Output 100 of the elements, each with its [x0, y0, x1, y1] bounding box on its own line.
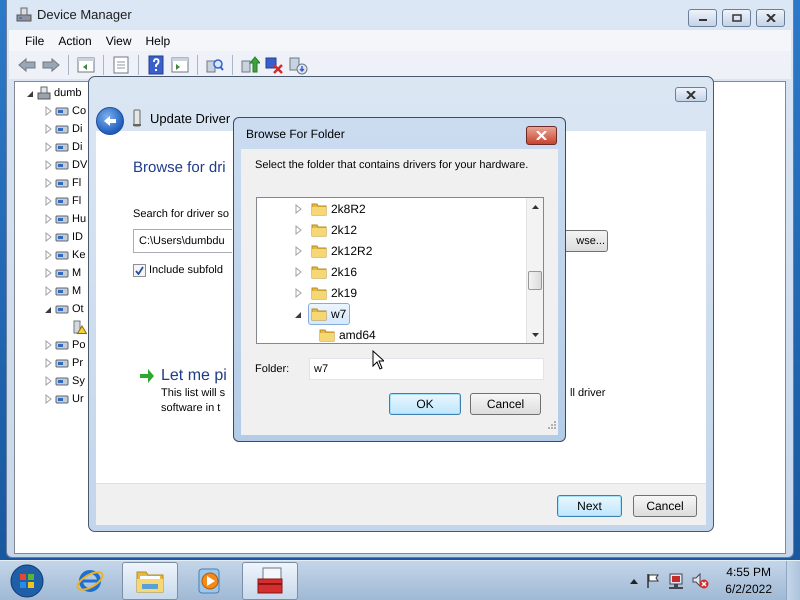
action-pane-icon[interactable]	[170, 55, 190, 75]
close-icon[interactable]	[686, 90, 696, 98]
tree-item-label[interactable]: Ke	[72, 246, 86, 264]
update-driver-icon[interactable]	[240, 55, 260, 75]
disable-device-icon[interactable]	[288, 55, 308, 75]
include-subfolders-checkbox[interactable]	[133, 264, 146, 276]
scrollbar[interactable]	[526, 198, 543, 343]
collapsed-arrow-icon[interactable]	[44, 124, 52, 134]
menu-item[interactable]: Action	[51, 32, 99, 50]
properties-icon[interactable]	[111, 55, 131, 75]
tree-item-label[interactable]: Di	[72, 138, 82, 156]
folder-label: 2k19	[331, 284, 358, 302]
maximize-icon[interactable]	[732, 14, 742, 22]
collapsed-arrow-icon[interactable]	[44, 106, 52, 116]
collapsed-arrow-icon[interactable]	[44, 358, 52, 368]
folder-item[interactable]: w7	[308, 302, 350, 324]
folder-item[interactable]: 2k16	[308, 260, 362, 282]
menu-item[interactable]: Help	[138, 32, 178, 50]
folder-item[interactable]: 2k8R2	[308, 198, 370, 220]
collapsed-arrow-icon[interactable]	[44, 142, 52, 152]
folder-item[interactable]: 2k12	[308, 218, 362, 240]
menu-item[interactable]: File	[18, 32, 52, 50]
close-icon[interactable]	[766, 14, 776, 22]
tree-item-label[interactable]: Co	[72, 102, 86, 120]
tree-item-label[interactable]: Ot	[72, 300, 84, 318]
option-description: ll driver	[570, 386, 606, 401]
console-tree-icon[interactable]	[76, 55, 96, 75]
tree-item-label[interactable]: Sy	[72, 372, 85, 390]
collapsed-arrow-icon[interactable]	[44, 196, 52, 206]
folder-item[interactable]: amd64	[316, 324, 380, 346]
clock-date[interactable]: 6/2/2022	[725, 580, 772, 598]
help-icon[interactable]	[146, 55, 166, 75]
collapsed-arrow-icon[interactable]	[294, 224, 304, 234]
show-hidden-icons-icon[interactable]	[629, 576, 640, 584]
collapsed-arrow-icon[interactable]	[44, 268, 52, 278]
toolbox-icon[interactable]	[255, 566, 285, 596]
tree-item-label[interactable]: Po	[72, 336, 86, 354]
field-label: Folder:	[255, 362, 290, 377]
collapsed-arrow-icon[interactable]	[44, 376, 52, 386]
menu-item[interactable]: View	[98, 32, 138, 50]
clock-time[interactable]: 4:55 PM	[725, 564, 772, 580]
cancel-button[interactable]: Cancel	[633, 495, 697, 517]
next-button[interactable]: Next	[557, 495, 622, 517]
tree-item-label[interactable]: Fl	[72, 192, 82, 210]
tree-item-label[interactable]: Ur	[72, 390, 84, 408]
resize-grip-icon	[548, 420, 556, 429]
minimize-button[interactable]	[688, 9, 717, 27]
folder-label: 2k12	[331, 222, 358, 238]
path-field[interactable]: C:\Users\dumbdu	[133, 229, 232, 253]
tree-item-label[interactable]: dumb	[54, 84, 82, 102]
folder-item[interactable]: 2k12R2	[308, 240, 376, 262]
folder-field[interactable]: w7	[309, 358, 544, 380]
collapsed-arrow-icon[interactable]	[294, 204, 304, 214]
folder-item[interactable]: 2k19	[308, 282, 362, 304]
browse-button[interactable]: wse...	[565, 230, 608, 252]
back-arrow-icon[interactable]	[103, 115, 117, 127]
collapsed-arrow-icon[interactable]	[44, 232, 52, 242]
cancel-button[interactable]: Cancel	[470, 393, 541, 415]
ok-button[interactable]: OK	[389, 393, 461, 415]
tree-item-label[interactable]: Pr	[72, 354, 83, 372]
collapsed-arrow-icon[interactable]	[44, 340, 52, 350]
flag-icon[interactable]	[645, 572, 662, 588]
scrollbar-thumb[interactable]	[528, 271, 542, 290]
close-button[interactable]	[675, 87, 707, 102]
tree-item-label[interactable]: Hu	[72, 210, 86, 228]
folder-icon	[311, 222, 327, 238]
collapsed-arrow-icon[interactable]	[294, 288, 304, 298]
maximize-button[interactable]	[722, 9, 751, 27]
network-icon[interactable]	[667, 572, 686, 590]
tree-item-label[interactable]: M	[72, 282, 82, 300]
back-button[interactable]	[96, 107, 124, 135]
tree-item-label[interactable]: ID	[72, 228, 83, 246]
collapsed-arrow-icon[interactable]	[294, 266, 304, 276]
forward-icon[interactable]	[41, 55, 61, 75]
uninstall-icon[interactable]	[264, 55, 284, 75]
tree-item-label[interactable]: Fl	[72, 174, 82, 192]
collapsed-arrow-icon[interactable]	[44, 214, 52, 224]
collapsed-arrow-icon[interactable]	[44, 394, 52, 404]
scroll-up-icon[interactable]	[532, 204, 538, 208]
dialog-prompt: Select the folder that contains drivers for your hardware.	[255, 158, 530, 172]
folder-label: 2k16	[331, 264, 358, 280]
page-heading: Browse for dri	[133, 158, 226, 178]
tree-item-label[interactable]: Di	[72, 120, 82, 138]
volume-muted-icon[interactable]	[691, 572, 710, 590]
collapsed-arrow-icon[interactable]	[44, 178, 52, 188]
back-icon[interactable]	[17, 55, 37, 75]
collapsed-arrow-icon[interactable]	[44, 160, 52, 170]
close-button[interactable]	[526, 126, 557, 145]
collapsed-arrow-icon[interactable]	[44, 286, 52, 296]
window-title: Device Manager	[37, 6, 132, 24]
scroll-down-icon[interactable]	[532, 332, 538, 336]
collapsed-arrow-icon[interactable]	[294, 246, 304, 256]
folder-label: amd64	[339, 326, 376, 344]
wizard-title: Update Driver	[150, 110, 230, 128]
close-button[interactable]	[756, 9, 785, 27]
driver-icon	[132, 109, 142, 127]
collapsed-arrow-icon[interactable]	[44, 250, 52, 260]
tree-item-label[interactable]: DV	[72, 156, 88, 174]
start-button-icon[interactable]	[9, 562, 45, 598]
tree-item-label[interactable]: M	[72, 264, 82, 282]
